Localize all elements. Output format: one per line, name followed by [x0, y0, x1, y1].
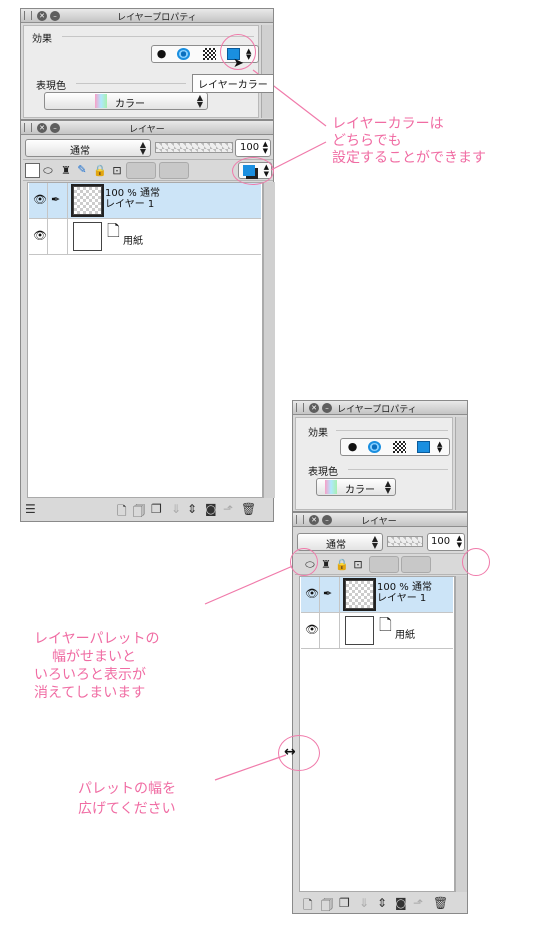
- visibility-eye-icon[interactable]: 👁: [305, 587, 319, 600]
- title-bar[interactable]: ✕ – レイヤー: [293, 513, 467, 527]
- bottom-toolbar: 🗋 🗍 ❐ ⇓ ⇕ ◙ ⬏ 🗑: [295, 895, 467, 913]
- annotation-middle: レイヤーパレットの 幅がせまいと いろいろと表示が 消えてしまいます: [34, 631, 160, 701]
- effect-label: 効果: [308, 428, 328, 439]
- select-arrow-icon: ▲ ▼: [384, 479, 391, 495]
- edit-target-pen-icon[interactable]: ✒: [323, 587, 332, 600]
- clip-icon[interactable]: [369, 556, 399, 573]
- layer-property-panel-b: ✕ – レイヤープロパティ 効果 ● ▲ ▼ 表現色 カラー ▲ ▼: [292, 400, 468, 512]
- tooltip: レイヤーカラー: [192, 74, 274, 93]
- annotation-line-top-b: [270, 141, 327, 171]
- panel-title: レイヤープロパティ: [337, 405, 417, 415]
- apply-mask-icon[interactable]: ⬏: [413, 896, 423, 910]
- opacity-slider[interactable]: [387, 536, 423, 547]
- layer-list: 👁 ✒ 100 % 通常 レイヤー 1 👁 🗋 用紙: [299, 576, 455, 892]
- blend-mode-select[interactable]: 通常 ▲ ▼: [297, 533, 383, 551]
- stepper-icon[interactable]: ▲ ▼: [457, 535, 462, 549]
- stepper-icon[interactable]: ▲ ▼: [437, 441, 450, 454]
- effect-selector[interactable]: ● ▲ ▼: [340, 438, 450, 456]
- paper-layer-icon: 🗋: [379, 615, 392, 634]
- property-body: 効果 ● ▲ ▼ 表現色 カラー ▲ ▼: [295, 417, 453, 510]
- grip-icon[interactable]: [296, 515, 304, 524]
- trash-icon[interactable]: 🗑: [433, 896, 448, 910]
- layer-row-paper[interactable]: 👁 🗋 用紙: [301, 613, 453, 649]
- annotation-bottom: パレットの幅を 広げてください: [78, 781, 176, 817]
- expression-color-select[interactable]: カラー ▲ ▼: [316, 478, 396, 496]
- new-vector-layer-icon[interactable]: 🗍: [321, 896, 333, 917]
- mask-create-icon[interactable]: ◙: [395, 896, 407, 910]
- visibility-eye-icon[interactable]: 👁: [305, 623, 319, 636]
- layer-color-icon[interactable]: [417, 441, 430, 453]
- close-icon[interactable]: ✕: [309, 515, 319, 525]
- layer-thumbnail: [343, 578, 376, 611]
- minimize-icon[interactable]: –: [322, 515, 332, 525]
- lock-icon[interactable]: 🔒: [335, 558, 349, 572]
- color-gradient-icon: [325, 480, 337, 494]
- border-effect-icon[interactable]: [368, 441, 381, 453]
- annotation-line-bottom: [214, 754, 287, 781]
- grip-icon[interactable]: [296, 403, 304, 412]
- scrollbar[interactable]: [455, 417, 467, 510]
- lock-transparency-icon[interactable]: ⊡: [351, 558, 365, 572]
- reference-icon[interactable]: ♜: [319, 558, 333, 572]
- layer-palette-b: ✕ – レイヤー 通常 ▲ ▼ 100 ▲ ▼ ⬭ ♜ 🔒 ⊡ 👁 ✒ 100 % …: [292, 512, 468, 914]
- panel-title: レイヤー: [361, 517, 397, 527]
- title-bar[interactable]: ✕ – レイヤープロパティ: [293, 401, 467, 415]
- annotation-top: レイヤーカラーは どちらでも 設定することができます: [332, 116, 486, 166]
- minimize-icon[interactable]: –: [322, 403, 332, 413]
- expression-color-label: 表現色: [308, 467, 338, 478]
- merge-down-icon[interactable]: ⇕: [377, 896, 387, 910]
- transfer-down-icon[interactable]: ⇓: [359, 896, 369, 910]
- highlight-circle-right-missing: [462, 548, 490, 576]
- select-arrow-icon: ▲ ▼: [371, 534, 378, 550]
- highlight-circle-left-missing: [290, 548, 318, 576]
- resize-cursor-icon[interactable]: ↔: [284, 744, 296, 760]
- layer-row-1[interactable]: 👁 ✒ 100 % 通常 レイヤー 1: [301, 577, 453, 613]
- mask-icon[interactable]: [401, 556, 431, 573]
- opacity-field[interactable]: 100 ▲ ▼: [427, 533, 465, 551]
- annotation-line-middle: [204, 561, 303, 605]
- paper-thumbnail: [345, 616, 374, 645]
- close-icon[interactable]: ✕: [309, 403, 319, 413]
- none-effect-icon[interactable]: ●: [346, 441, 359, 453]
- new-raster-layer-icon[interactable]: 🗋: [303, 896, 313, 917]
- scrollbar[interactable]: [455, 576, 467, 892]
- tone-effect-icon[interactable]: [393, 441, 406, 453]
- layer-toolbar: ⬭ ♜ 🔒 ⊡: [295, 553, 467, 575]
- new-folder-icon[interactable]: ❐: [339, 896, 350, 910]
